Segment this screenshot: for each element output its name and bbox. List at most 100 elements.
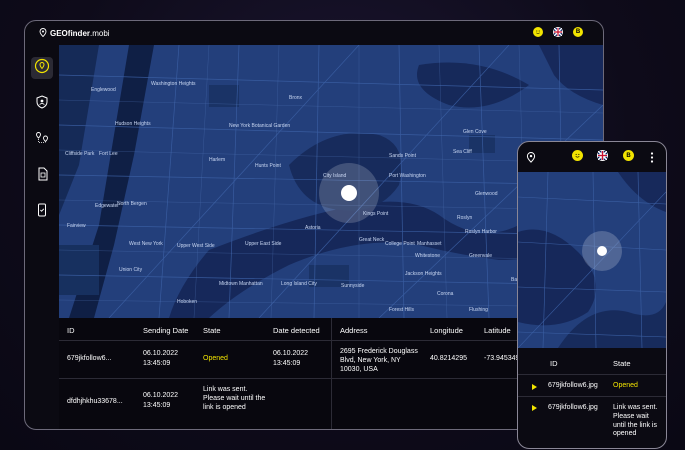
more-vert-icon[interactable] (650, 150, 654, 168)
cell-state-pending: Link was sent. Please wait until the lin… (613, 404, 658, 438)
map-label: Flushing (469, 307, 488, 313)
locator-icon (34, 58, 50, 79)
cell-id: 679jkfollow6.jpg (548, 404, 598, 411)
col-header-sending-date: Sending Date (143, 326, 189, 335)
map-label: Upper East Side (245, 241, 282, 247)
map-label: Cliffside Park (65, 151, 95, 157)
b-coin-label: B (575, 29, 581, 35)
map-label: Edgewater (95, 203, 119, 209)
map-pin-icon (39, 28, 47, 39)
table-divider (518, 374, 666, 375)
b-coin-icon[interactable]: B (623, 150, 634, 161)
sidebar-item-phone[interactable] (31, 201, 53, 223)
brand-name: GEOfinder (50, 29, 91, 38)
header-actions: B (533, 27, 583, 37)
b-coin-icon[interactable]: B (573, 27, 583, 37)
table-divider (518, 396, 666, 397)
uk-flag-icon[interactable] (553, 27, 563, 37)
cell-id: 679jkfollow6... (67, 355, 112, 362)
map-label: Whitestone (415, 253, 441, 259)
phone-check-icon (35, 203, 49, 222)
map-label: Sands Point (389, 153, 416, 159)
map-label: Bronx (289, 95, 303, 101)
brand-suffix: .mobi (90, 29, 110, 38)
phone-map-canvas (518, 172, 666, 348)
map-label: Roslyn Harbor (465, 229, 497, 235)
phone-map-view[interactable] (518, 172, 666, 348)
cell-id: 679jkfollow6.jpg (548, 382, 598, 389)
col-header-longitude: Longitude (430, 326, 463, 335)
col-header-id: ID (550, 359, 558, 368)
table-column-divider (331, 318, 332, 429)
brand-logo[interactable]: GEOfinder .mobi (39, 28, 110, 39)
cell-id: dfdhjhkhu33678... (67, 398, 123, 405)
map-label: Long Island City (281, 281, 317, 287)
map-label: Great Neck (359, 237, 385, 243)
map-label: Greenvale (469, 253, 493, 259)
map-label: Glenwood (475, 191, 498, 197)
map-label: Midtown Manhattan (219, 281, 263, 287)
sidebar-item-route[interactable] (31, 129, 53, 151)
sidebar-item-locator[interactable] (31, 57, 53, 79)
sidebar-item-shield[interactable] (31, 93, 53, 115)
cell-state-opened: Opened (203, 355, 228, 362)
map-label: Sunnyside (341, 283, 365, 289)
phone-device: B ID State 679jkfollow6.jpg Opened 679jk… (517, 141, 667, 449)
locator-icon[interactable] (526, 150, 536, 168)
sidebar-item-sd-card[interactable] (31, 165, 53, 187)
col-header-address: Address (340, 326, 368, 335)
play-icon[interactable] (532, 405, 537, 411)
map-label: Forest Hills (389, 307, 415, 313)
col-header-state: State (613, 359, 631, 368)
map-label: Harlem (209, 157, 226, 163)
cell-sending-date: 06.10.2022 (143, 350, 179, 357)
map-label: Jackson Heights (405, 271, 442, 277)
map-label: Port Washington (389, 173, 426, 179)
cell-detected-time: 13:45:09 (273, 360, 301, 367)
shield-user-icon (35, 94, 49, 114)
map-label: Astoria (305, 225, 321, 231)
cell-latitude: -73.945349 (484, 355, 520, 362)
cell-longitude: 40.8214295 (430, 355, 467, 362)
cell-date-detected: 06.10.2022 (273, 350, 309, 357)
map-label: Fairview (67, 223, 86, 229)
map-label: College Point (385, 241, 415, 247)
map-label: Corona (437, 291, 454, 297)
map-label: Hudson Heights (115, 121, 151, 127)
cell-state-pending: Link was sent. Please wait until the lin… (203, 386, 266, 411)
map-label: Glen Cove (463, 129, 487, 135)
b-coin-label: B (626, 152, 631, 159)
map-label: West New York (129, 241, 163, 247)
col-header-id: ID (67, 326, 75, 335)
cell-state-opened: Opened (613, 382, 638, 389)
cell-sending-time: 13:45:09 (143, 402, 171, 409)
top-bar: GEOfinder .mobi B (25, 21, 603, 45)
phone-results-table: ID State 679jkfollow6.jpg Opened 679jkfo… (518, 350, 666, 448)
map-label: Kings Point (363, 211, 389, 217)
sidebar (25, 45, 59, 429)
smiley-icon[interactable] (533, 27, 543, 37)
map-label: Union City (119, 267, 143, 273)
location-marker[interactable] (597, 246, 607, 256)
map-label: Washington Heights (151, 81, 196, 87)
map-label: Hunts Point (255, 163, 281, 169)
map-label: Hoboken (177, 299, 198, 305)
smiley-icon[interactable] (572, 150, 583, 161)
map-label: Upper West Side (177, 243, 215, 249)
map-label: City Island (323, 173, 347, 179)
map-label: New York Botanical Garden (229, 123, 291, 129)
col-header-latitude: Latitude (484, 326, 511, 335)
cell-address: 2695 Frederick Douglass Blvd, New York, … (340, 348, 418, 373)
map-label: Sea Cliff (453, 149, 472, 155)
play-icon[interactable] (532, 384, 537, 390)
map-label: Roslyn (457, 215, 473, 221)
col-header-state: State (203, 326, 221, 335)
col-header-date-detected: Date detected (273, 326, 320, 335)
location-marker[interactable] (341, 185, 357, 201)
sd-card-icon (35, 167, 49, 186)
map-label: Fort Lee (99, 151, 118, 157)
cell-sending-date: 06.10.2022 (143, 392, 179, 399)
uk-flag-icon[interactable] (597, 150, 608, 161)
map-label: Manhasset (417, 241, 442, 247)
map-label: North Bergen (117, 201, 147, 207)
